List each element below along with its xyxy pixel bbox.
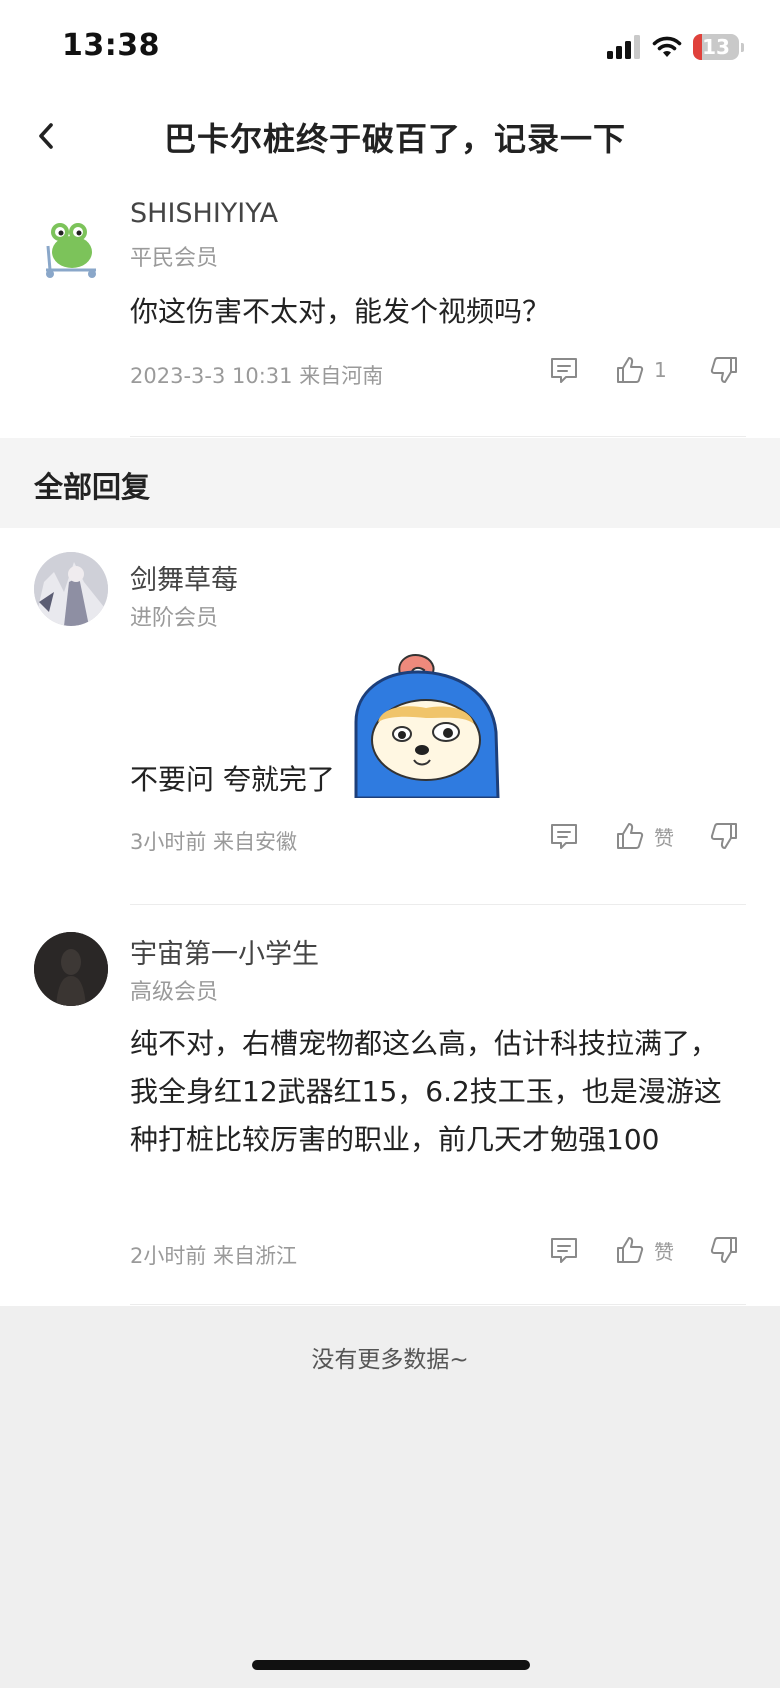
like-label: 赞 xyxy=(654,825,674,850)
like-count: 1 xyxy=(654,358,667,382)
reply-actions: 赞 xyxy=(548,820,740,852)
battery-level: 13 xyxy=(702,35,730,59)
anime-avatar-icon xyxy=(34,552,108,626)
divider xyxy=(130,904,746,905)
emoji-sticker xyxy=(352,652,502,800)
page-title: 巴卡尔桩终于破百了，记录一下 xyxy=(163,120,626,158)
avatar[interactable] xyxy=(34,210,108,284)
username[interactable]: 剑舞草莓 xyxy=(130,558,238,597)
reply-item: 宇宙第一小学生 高级会员 纯不对，右槽宠物都这么高，估计科技拉满了，我全身红12… xyxy=(0,906,780,1306)
dislike-button[interactable] xyxy=(708,1234,740,1266)
wifi-icon xyxy=(652,36,682,57)
comment-meta: 2023-3-3 10:31 来自河南 xyxy=(130,364,384,388)
nav-header: 巴卡尔桩终于破百了，记录一下 xyxy=(0,96,780,182)
user-rank: 平民会员 xyxy=(130,246,219,271)
thumbs-up-icon xyxy=(617,1237,644,1263)
replies-list: 剑舞草莓 进阶会员 不要问 夸就完了 3小时前 来自安徽 赞 宇宙第一小学生 高… xyxy=(0,528,780,1306)
comment-icon xyxy=(551,824,577,849)
reply-meta: 2小时前 来自浙江 xyxy=(130,1244,298,1268)
comment-icon xyxy=(551,1238,577,1263)
frog-avatar-icon xyxy=(46,223,96,278)
user-rank: 进阶会员 xyxy=(130,606,219,631)
thumbs-up-icon xyxy=(617,823,644,849)
replies-section-header: 全部回复 xyxy=(0,438,780,528)
like-button[interactable]: 赞 xyxy=(614,1234,680,1266)
section-title: 全部回复 xyxy=(34,470,151,504)
status-icons: 13 xyxy=(607,34,744,60)
like-button[interactable]: 赞 xyxy=(614,820,680,852)
avatar[interactable] xyxy=(34,932,108,1006)
reply-button[interactable] xyxy=(548,1234,580,1266)
reply-actions: 赞 xyxy=(548,1234,740,1266)
reply-meta: 3小时前 来自安徽 xyxy=(130,830,298,854)
battery-cap xyxy=(741,42,744,52)
thumbs-down-icon xyxy=(710,823,737,849)
divider xyxy=(130,1304,746,1305)
thumbs-down-icon xyxy=(710,357,737,383)
reply-button[interactable] xyxy=(548,820,580,852)
comment-text: 你这伤害不太对，能发个视频吗？ xyxy=(130,295,551,328)
main-comment: SHISHIYIYA 平民会员 你这伤害不太对，能发个视频吗？ 2023-3-3… xyxy=(0,182,780,438)
avatar[interactable] xyxy=(34,552,108,626)
signal-icon xyxy=(607,35,640,59)
no-more-data: 没有更多数据~ xyxy=(311,1347,469,1373)
user-rank: 高级会员 xyxy=(130,980,219,1005)
thumbs-down-icon xyxy=(710,1237,737,1263)
comment-icon xyxy=(551,358,577,383)
comment-actions: 1 xyxy=(548,354,740,386)
doge-sticker-icon xyxy=(354,654,500,800)
top-area: 13:38 13 巴卡尔桩终于破百了，记录一下 SHISHIYIYA 平民会员 … xyxy=(0,0,780,438)
home-indicator[interactable] xyxy=(252,1660,530,1670)
like-button[interactable]: 1 xyxy=(614,354,680,386)
reply-text: 不要问 夸就完了 xyxy=(130,763,335,796)
battery-icon: 13 xyxy=(693,34,739,60)
thumbs-up-icon xyxy=(617,357,644,383)
status-time: 13:38 xyxy=(62,28,160,63)
divider xyxy=(130,436,746,437)
reply-button[interactable] xyxy=(548,354,580,386)
reply-text: 纯不对，右槽宠物都这么高，估计科技拉满了，我全身红12武器红15，6.2技工玉，… xyxy=(130,1027,722,1156)
username[interactable]: 宇宙第一小学生 xyxy=(130,932,319,971)
like-label: 赞 xyxy=(654,1239,674,1264)
username[interactable]: SHISHIYIYA xyxy=(130,198,278,229)
dark-avatar-icon xyxy=(34,932,108,1006)
reply-item: 剑舞草莓 进阶会员 不要问 夸就完了 3小时前 来自安徽 赞 xyxy=(0,528,780,906)
dislike-button[interactable] xyxy=(708,820,740,852)
status-bar: 13:38 13 xyxy=(0,0,780,96)
dislike-button[interactable] xyxy=(708,354,740,386)
